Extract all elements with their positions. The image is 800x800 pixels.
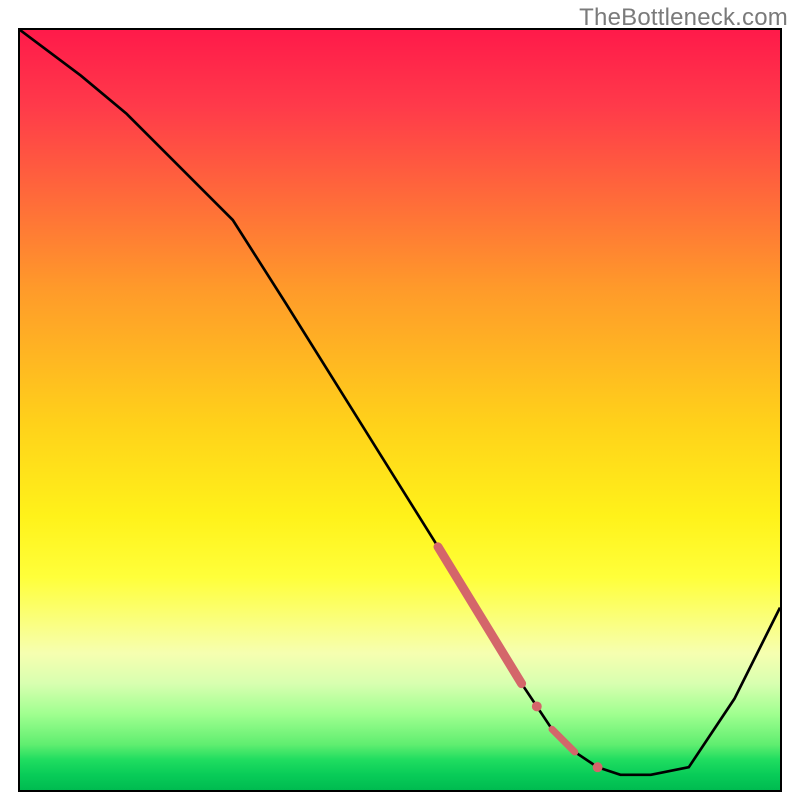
curve-layer [20, 30, 780, 790]
highlighted-range-wide [438, 547, 522, 684]
plot-area [18, 28, 782, 792]
marker-group [438, 547, 603, 772]
highlighted-range-lower [552, 729, 575, 752]
highlighted-dot-lower [593, 762, 603, 772]
bottleneck-curve [20, 30, 780, 775]
highlighted-dot-upper [532, 701, 542, 711]
chart-container: TheBottleneck.com [0, 0, 800, 800]
